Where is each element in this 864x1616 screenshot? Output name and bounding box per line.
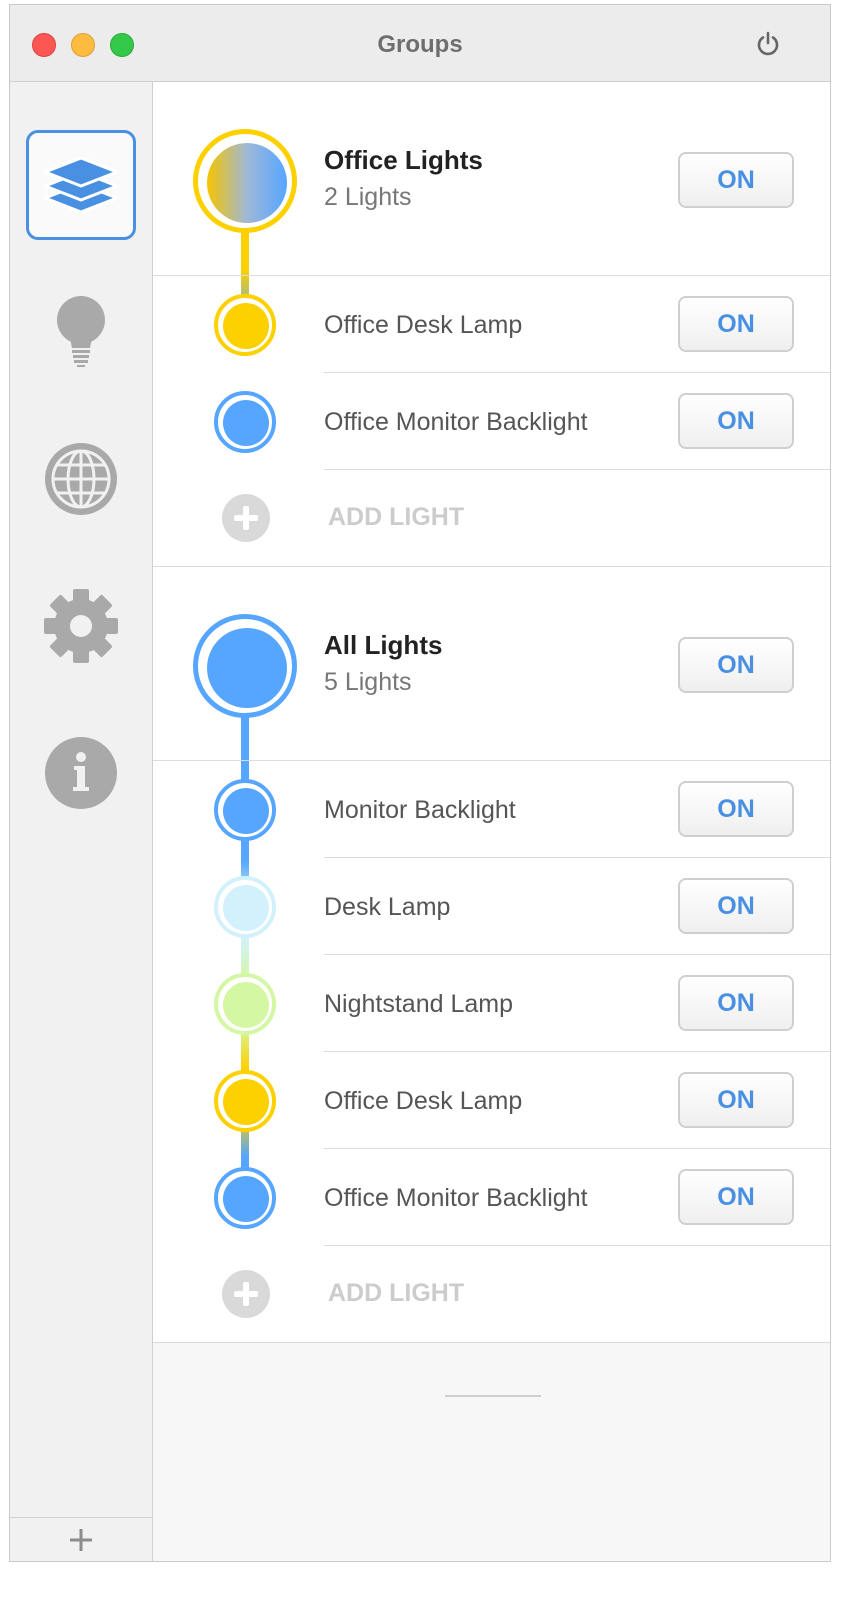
light-color-indicator[interactable]: [214, 876, 276, 938]
light-name: Desk Lamp: [324, 893, 451, 921]
light-on-button[interactable]: ON: [678, 1072, 794, 1128]
app-window: Groups Office Lights 2 Lights ON Office …: [9, 4, 831, 1562]
gear-icon: [44, 589, 118, 663]
light-color-indicator[interactable]: [214, 294, 276, 356]
group-on-button[interactable]: ON: [678, 152, 794, 208]
group-light-count: 2 Lights: [324, 183, 412, 211]
plus-icon: [70, 1528, 92, 1551]
sidebar: [10, 82, 153, 1561]
light-on-button[interactable]: ON: [678, 781, 794, 837]
sidebar-item-groups[interactable]: [26, 130, 136, 240]
add-light-icon[interactable]: [222, 494, 270, 542]
sidebar-item-info[interactable]: [26, 718, 136, 828]
add-light-button[interactable]: ADD LIGHT: [328, 503, 464, 532]
group-color-indicator[interactable]: [193, 614, 297, 718]
group-on-button[interactable]: ON: [678, 637, 794, 693]
window-title: Groups: [377, 31, 463, 58]
light-color-indicator[interactable]: [214, 779, 276, 841]
light-on-button[interactable]: ON: [678, 975, 794, 1031]
add-light-icon[interactable]: [222, 1270, 270, 1318]
light-name: Monitor Backlight: [324, 796, 516, 824]
sidebar-item-network[interactable]: [26, 424, 136, 534]
light-name: Office Desk Lamp: [324, 311, 523, 339]
light-color-indicator[interactable]: [214, 1167, 276, 1229]
globe-icon: [45, 443, 117, 515]
power-icon[interactable]: [755, 31, 781, 57]
light-on-button[interactable]: ON: [678, 878, 794, 934]
group-card: All Lights 5 Lights ON Monitor Backlight…: [153, 567, 830, 1343]
group-color-indicator[interactable]: [193, 129, 297, 233]
light-color-indicator[interactable]: [214, 1070, 276, 1132]
info-icon: [45, 737, 117, 809]
group-card: Office Lights 2 Lights ON Office Desk La…: [153, 82, 830, 567]
group-name: All Lights: [324, 630, 443, 660]
sidebar-item-lights[interactable]: [26, 277, 136, 387]
light-color-indicator[interactable]: [214, 391, 276, 453]
titlebar: Groups: [10, 5, 830, 82]
add-light-button[interactable]: ADD LIGHT: [328, 1279, 464, 1308]
light-on-button[interactable]: ON: [678, 1169, 794, 1225]
add-group-button[interactable]: [10, 1517, 152, 1561]
light-on-button[interactable]: ON: [678, 296, 794, 352]
group-light-count: 5 Lights: [324, 668, 412, 696]
lightbulb-icon: [57, 296, 105, 367]
group-name: Office Lights: [324, 145, 483, 175]
light-color-indicator[interactable]: [214, 973, 276, 1035]
light-name: Office Monitor Backlight: [324, 408, 588, 436]
resize-handle[interactable]: [445, 1395, 541, 1397]
light-name: Nightstand Lamp: [324, 990, 514, 1018]
light-on-button[interactable]: ON: [678, 393, 794, 449]
light-name: Office Desk Lamp: [324, 1087, 523, 1115]
groups-list: Office Lights 2 Lights ON Office Desk La…: [153, 82, 830, 1561]
light-name: Office Monitor Backlight: [324, 1184, 588, 1212]
sidebar-item-settings[interactable]: [26, 571, 136, 681]
layers-icon: [43, 156, 119, 214]
